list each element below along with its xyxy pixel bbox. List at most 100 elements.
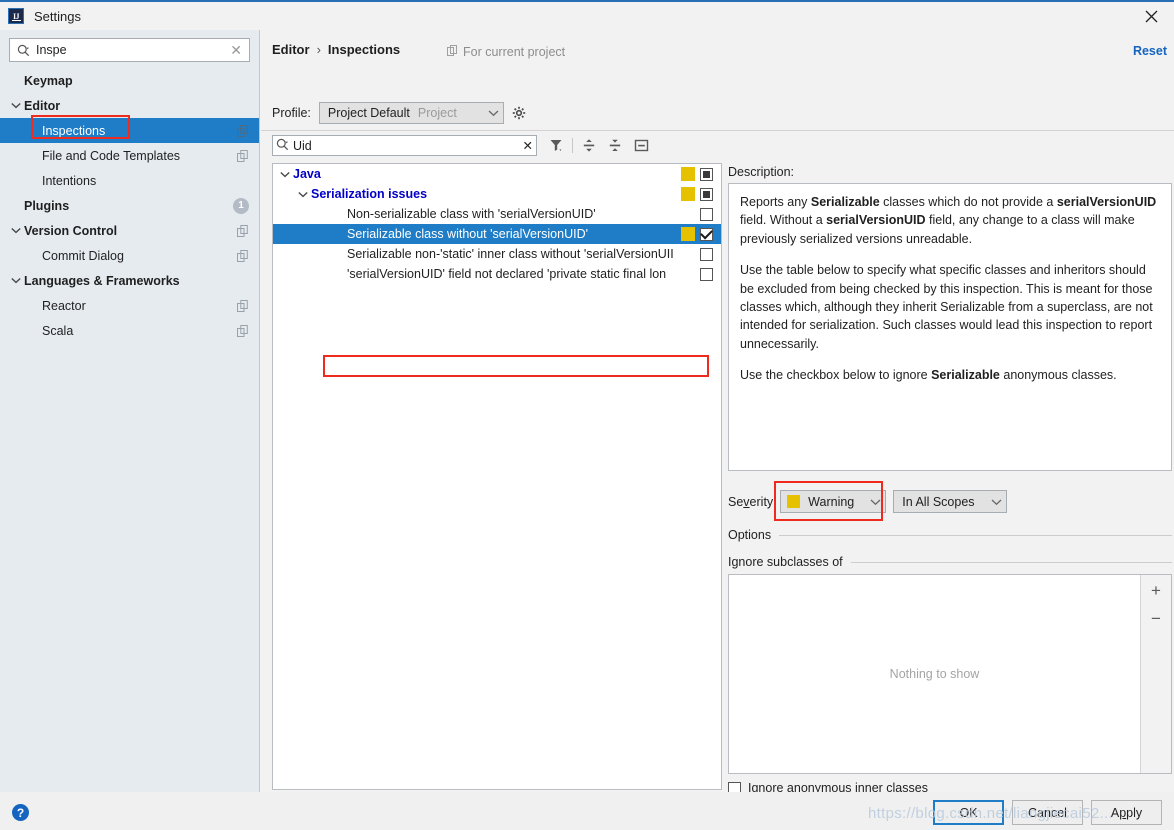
filter-icon[interactable] — [543, 134, 569, 157]
search-icon — [17, 44, 30, 57]
scope-select[interactable]: In All Scopes — [893, 490, 1007, 513]
collapse-all-icon[interactable] — [602, 134, 628, 157]
description-emphasis: serialVersionUID — [826, 213, 926, 228]
close-icon[interactable] — [1128, 2, 1174, 30]
sidebar-item-commit-dialog[interactable]: Commit Dialog — [0, 243, 259, 268]
sidebar-item-editor[interactable]: Editor — [0, 93, 259, 118]
sidebar-item-label: Editor — [24, 98, 61, 113]
severity-row: Severity Warning In All Scopes — [728, 490, 1007, 513]
gear-icon[interactable] — [512, 106, 527, 121]
sidebar-item-version-control[interactable]: Version Control — [0, 218, 259, 243]
ignore-subclasses-label: Ignore subclasses of — [728, 555, 843, 569]
description-emphasis: serialVersionUID — [1056, 195, 1157, 209]
add-button[interactable]: + — [1144, 579, 1168, 601]
show-only-enabled-icon[interactable] — [628, 134, 654, 157]
inspection-row[interactable]: Serializable non-'static' inner class wi… — [273, 244, 721, 264]
inspection-row[interactable]: Serializable class without 'serialVersio… — [273, 224, 721, 244]
description-text-run: classes which do not provide a — [879, 195, 1057, 209]
inspection-search[interactable]: ✕ — [272, 135, 537, 156]
for-current-project-label: For current project — [463, 45, 566, 59]
inspection-row[interactable]: Serialization issues — [273, 184, 721, 204]
sidebar-search-input[interactable] — [32, 42, 228, 58]
chevron-down-icon — [983, 498, 1002, 506]
inspection-label: Serializable class without 'serialVersio… — [347, 227, 588, 241]
expand-all-icon[interactable] — [576, 134, 602, 157]
profile-scope: Project — [417, 106, 457, 120]
sidebar-item-scala[interactable]: Scala — [0, 318, 259, 343]
severity-color-swatch — [681, 227, 695, 241]
copy-icon — [237, 324, 249, 337]
cancel-button[interactable]: Cancel — [1012, 800, 1083, 825]
inspection-toolbar — [543, 134, 654, 157]
inspection-row[interactable]: 'serialVersionUID' field not declared 'p… — [273, 264, 721, 284]
chevron-down-icon — [862, 498, 881, 506]
sidebar-item-intentions[interactable]: Intentions — [0, 168, 259, 193]
inspection-enabled-checkbox[interactable] — [700, 267, 713, 281]
description-label: Description: — [728, 165, 794, 179]
inspection-enabled-checkbox[interactable] — [700, 187, 713, 201]
severity-swatch-empty — [681, 267, 695, 281]
sidebar-item-keymap[interactable]: Keymap — [0, 68, 259, 93]
description-paragraph: Use the checkbox below to ignore Seriali… — [740, 366, 1160, 384]
sidebar-search[interactable]: ✕ — [9, 38, 250, 62]
severity-swatch-empty — [681, 247, 695, 261]
sidebar-item-label: File and Code Templates — [42, 148, 181, 163]
chevron-down-icon[interactable] — [8, 277, 24, 284]
apply-button[interactable]: Ap ply — [1091, 800, 1162, 825]
ok-button[interactable]: OK — [933, 800, 1004, 825]
settings-dialog: IJ Settings ✕ Keymap Editor Inspections Fil… — [0, 0, 1174, 830]
inspection-label: Serializable non-'static' inner class wi… — [347, 247, 674, 261]
inspection-tree[interactable]: Java Serialization issues Non-serializable… — [272, 163, 722, 790]
ignore-subclasses-list[interactable]: Nothing to show + − — [728, 574, 1172, 774]
header-divider — [261, 130, 1174, 131]
chevron-down-icon[interactable] — [8, 102, 24, 109]
sidebar-item-label: Plugins — [24, 198, 70, 213]
sidebar-tree: Keymap Editor Inspections File and Code Tem… — [0, 68, 259, 343]
clear-icon[interactable]: ✕ — [227, 43, 245, 57]
sidebar-item-languages-frameworks[interactable]: Languages & Frameworks — [0, 268, 259, 293]
reset-link[interactable]: Reset — [1133, 44, 1167, 58]
inspection-label: Non-serializable class with 'serialVersi… — [347, 207, 596, 221]
profile-label: Profile: — [272, 106, 311, 120]
plugins-update-badge: 1 — [233, 197, 249, 214]
inspection-search-input[interactable] — [289, 137, 523, 154]
empty-list-message: Nothing to show — [889, 667, 980, 681]
chevron-down-icon[interactable] — [295, 191, 311, 198]
description-text: Reports any Serializable classes which d… — [728, 183, 1172, 471]
chevron-down-icon[interactable] — [8, 227, 24, 234]
window-title: Settings — [34, 8, 81, 24]
severity-color-swatch — [681, 167, 695, 181]
sidebar-item-label: Reactor — [42, 298, 86, 313]
copy-icon — [237, 299, 249, 312]
sidebar-item-reactor[interactable]: Reactor — [0, 293, 259, 318]
inspection-enabled-checkbox[interactable] — [700, 207, 713, 221]
inspection-label: Serialization issues — [311, 187, 428, 201]
sidebar-item-label: Keymap — [24, 73, 73, 88]
inspection-enabled-checkbox[interactable] — [700, 247, 713, 261]
sidebar-item-plugins[interactable]: Plugins 1 — [0, 193, 259, 218]
breadcrumb-root[interactable]: Editor — [272, 42, 310, 57]
inspection-row[interactable]: Non-serializable class with 'serialVersi… — [273, 204, 721, 224]
intellij-idea-logo-icon: IJ — [8, 8, 24, 24]
dialog-footer: ? OK Cancel Ap ply — [0, 792, 1174, 830]
help-button[interactable]: ? — [12, 804, 29, 821]
severity-color-swatch — [681, 187, 695, 201]
sidebar-item-label: Inspections — [42, 123, 106, 138]
section-rule — [850, 561, 1172, 563]
sidebar-item-label: Languages & Frameworks — [24, 273, 180, 288]
description-text-run: Reports any — [740, 195, 811, 209]
sidebar-item-inspections[interactable]: Inspections — [0, 118, 259, 143]
inspection-label: Java — [293, 167, 321, 181]
clear-icon[interactable]: ✕ — [523, 138, 533, 153]
sidebar-item-file-and-code-templates[interactable]: File and Code Templates — [0, 143, 259, 168]
inspection-enabled-checkbox[interactable] — [700, 167, 713, 181]
chevron-down-icon[interactable] — [277, 171, 293, 178]
copy-icon — [237, 149, 249, 162]
profile-select[interactable]: Project Default Project — [318, 102, 504, 124]
search-icon — [276, 138, 289, 154]
breadcrumb-leaf: Inspections — [327, 42, 401, 57]
inspection-enabled-checkbox[interactable] — [700, 227, 713, 241]
inspection-row[interactable]: Java — [273, 164, 721, 184]
severity-select[interactable]: Warning — [780, 490, 887, 513]
remove-button[interactable]: − — [1144, 607, 1168, 629]
